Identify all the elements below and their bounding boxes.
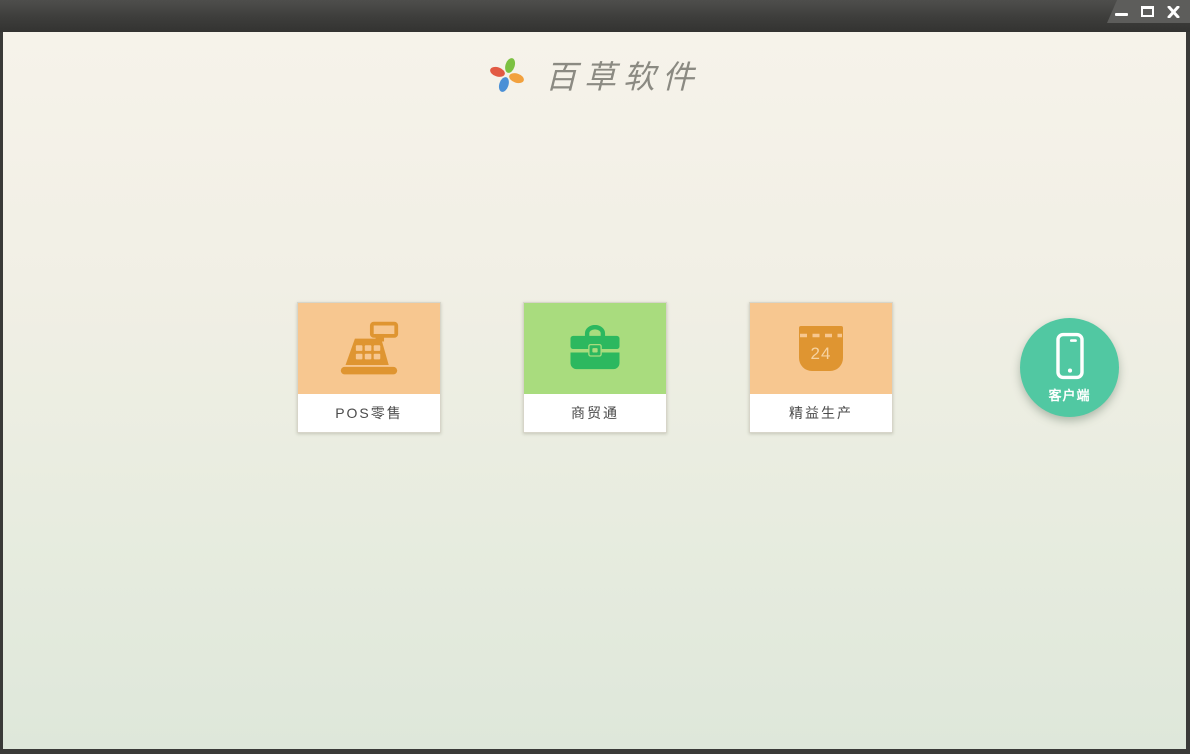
product-card-trade[interactable]: 商贸通: [523, 302, 667, 433]
client-button-label: 客户端: [1048, 387, 1091, 403]
trade-label: 商贸通: [524, 394, 666, 432]
window-controls: [1107, 0, 1190, 23]
cash-register-icon: [340, 321, 399, 374]
calendar-day-text: 24: [811, 344, 832, 363]
client-button[interactable]: 客户端: [1020, 318, 1119, 417]
product-card-pos[interactable]: POS零售: [297, 302, 441, 433]
pos-label: POS零售: [298, 394, 440, 432]
pinwheel-logo-icon: [490, 58, 524, 92]
briefcase-icon: [570, 324, 620, 369]
smartphone-icon: [1055, 332, 1084, 379]
lean-label: 精益生产: [750, 394, 892, 432]
close-button[interactable]: [1165, 4, 1181, 19]
product-card-lean[interactable]: 24 精益生产: [749, 302, 893, 433]
maximize-button[interactable]: [1139, 4, 1155, 19]
calendar-icon: 24: [799, 325, 843, 371]
app-header: 百草软件: [0, 52, 1190, 98]
launcher-window: { "window": { "controls": [ { "name": "m…: [0, 0, 1190, 754]
maximize-icon: [1140, 6, 1154, 17]
pos-tile: [298, 303, 440, 394]
title-bar[interactable]: [0, 0, 1190, 32]
minimize-button[interactable]: [1113, 4, 1129, 19]
minimize-icon: [1114, 12, 1128, 16]
trade-tile: [524, 303, 666, 394]
lean-tile: 24: [750, 303, 892, 394]
close-icon: [1167, 5, 1179, 18]
app-title: 百草软件: [544, 58, 701, 96]
